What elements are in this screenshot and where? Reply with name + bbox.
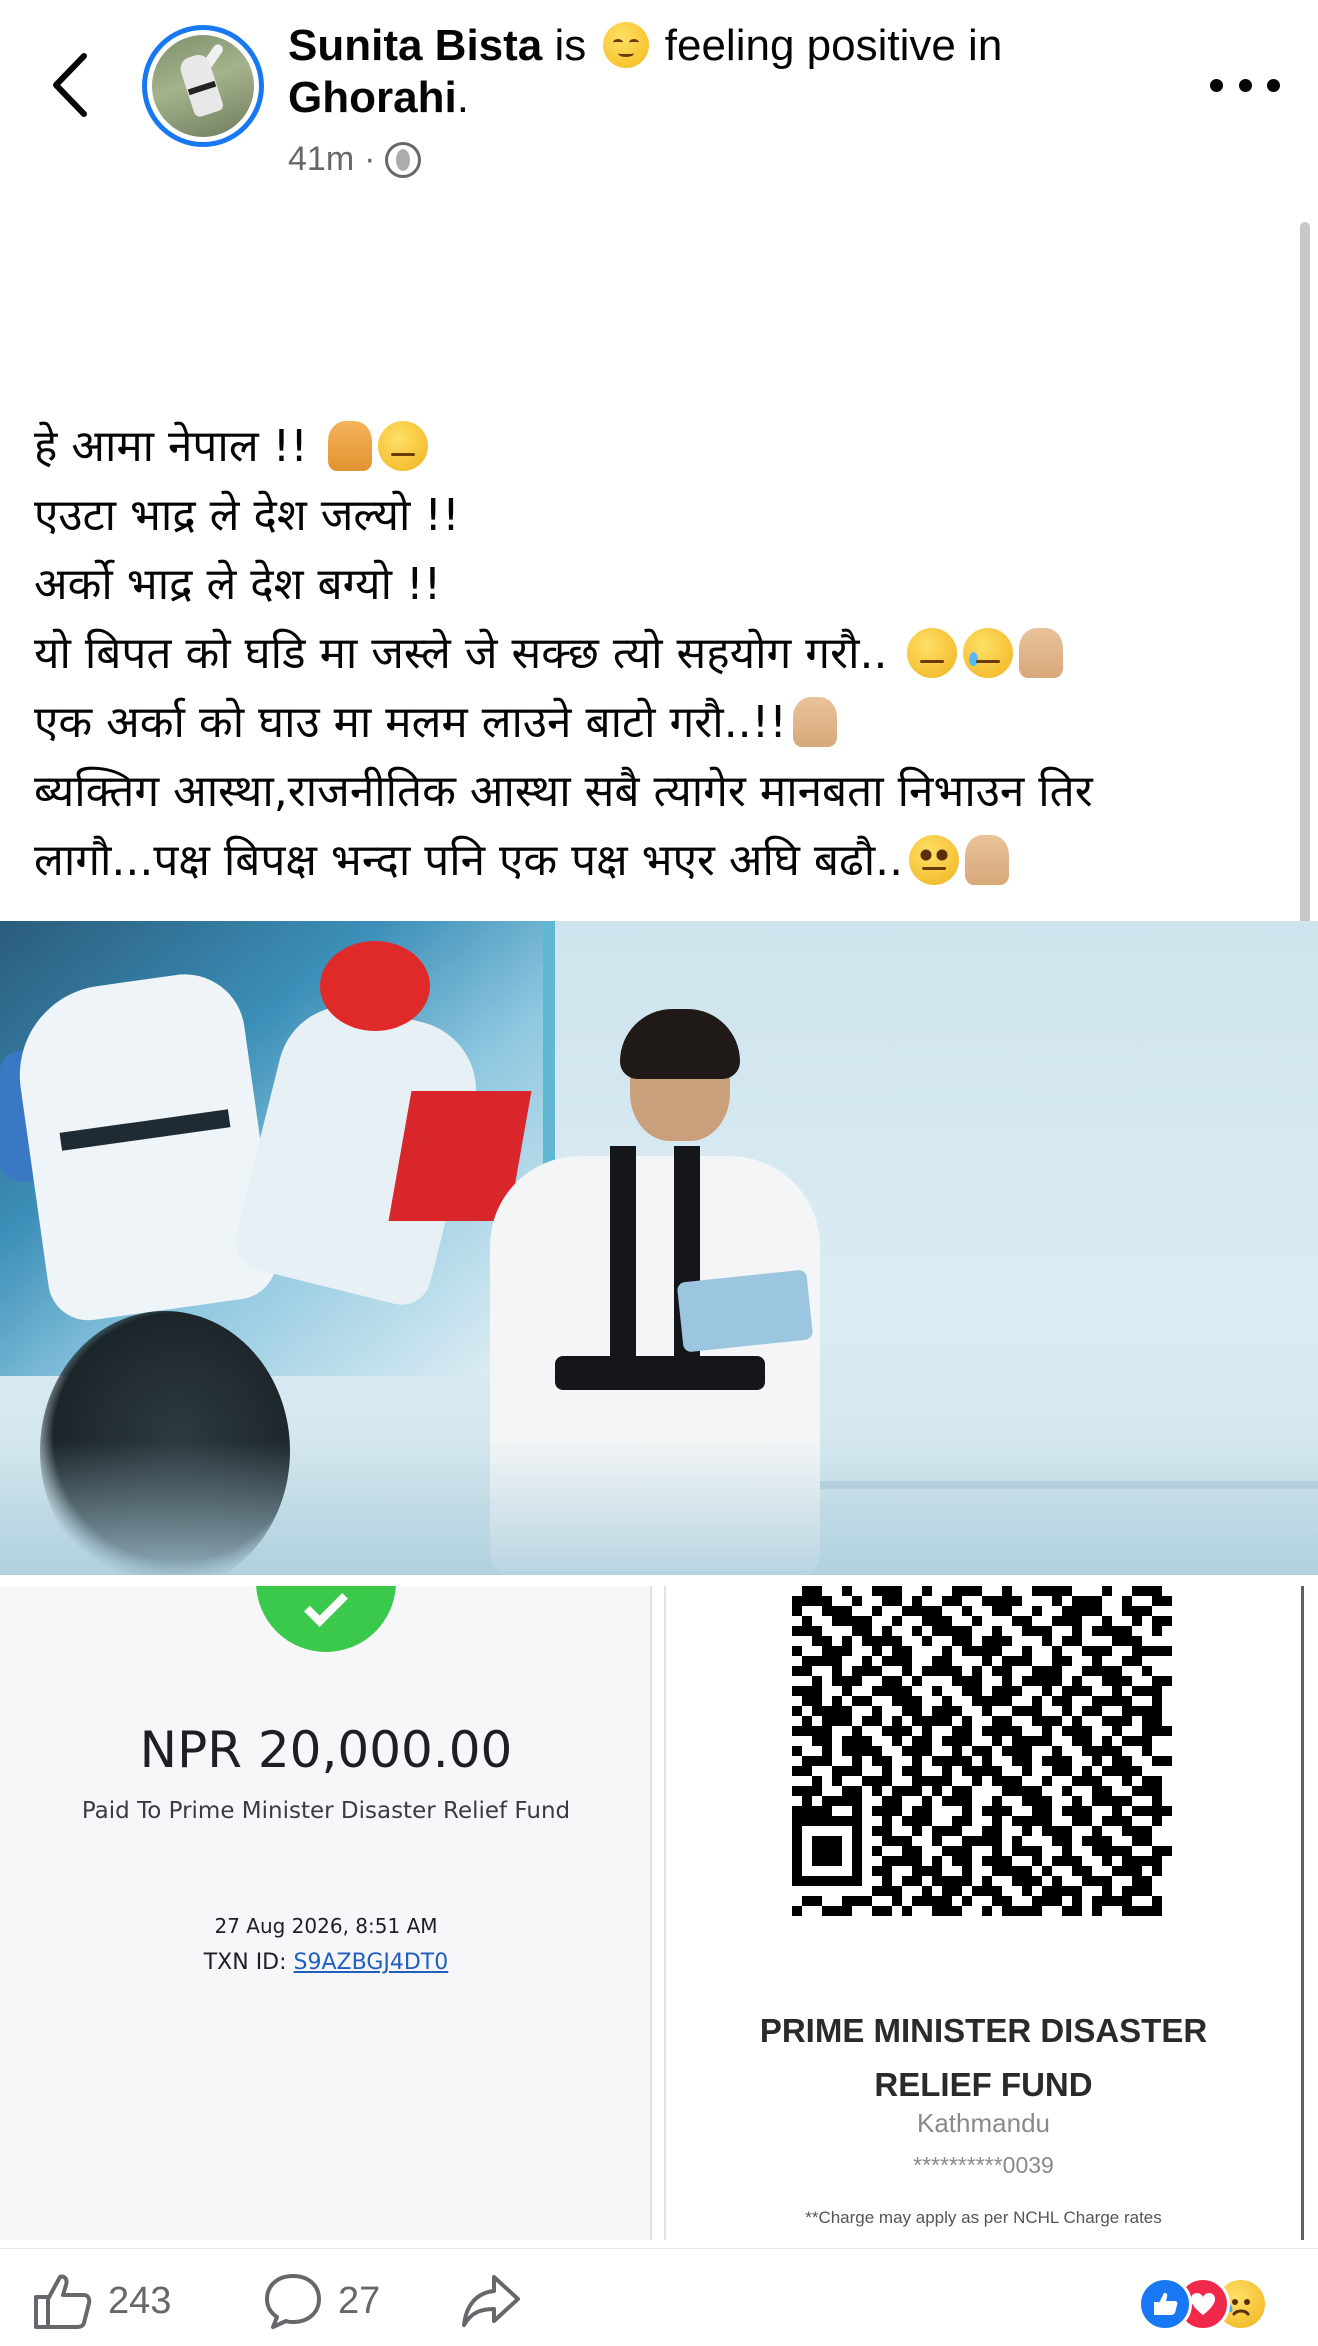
qr-charge-note: **Charge may apply as per NCHL Charge ra… [805, 2208, 1162, 2227]
qr-title-line: PRIME MINISTER DISASTER [759, 2012, 1208, 2049]
post-line: एक अर्का को घाउ मा मलम लाउने बाटो गरौ..!… [34, 688, 1274, 757]
post-photo-main[interactable] [0, 921, 1318, 1575]
transaction-id-row: TXN ID: S9AZBGJ4DT0 [0, 1950, 650, 1975]
crying-face-icon [963, 628, 1014, 678]
more-horizontal-icon [1210, 78, 1223, 92]
share-icon [462, 2275, 520, 2327]
qr-account-number: **********0039 [913, 2152, 1054, 2178]
expressionless-face-icon [907, 628, 958, 678]
txn-label: TXN ID: [203, 1950, 287, 1975]
post-line: यो बिपत को घडि मा जस्ले जे सक्छ त्यो सहय… [34, 619, 1274, 688]
post-photo-qr[interactable]: PRIME MINISTER DISASTER RELIEF FUND Kath… [664, 1586, 1304, 2240]
post-meta: 41m · [288, 140, 422, 179]
txn-id-link[interactable]: S9AZBGJ4DT0 [294, 1950, 449, 1975]
feeling-text: feeling positive in [664, 21, 1003, 70]
relieved-face-icon [602, 22, 649, 68]
place-suffix: . [456, 73, 469, 122]
like-button[interactable]: 243 [32, 2271, 171, 2331]
post-time[interactable]: 41m [288, 140, 354, 179]
folded-hands-icon [327, 421, 372, 471]
comment-count: 27 [338, 2279, 381, 2322]
post-line: ब्यक्तिग आस्था,राजनीतिक आस्था सबै त्यागे… [34, 766, 1093, 817]
taekwondo-poster [0, 921, 555, 1376]
place-name[interactable]: Ghorahi [288, 73, 457, 122]
post-action-bar: 243 27 [0, 2248, 1318, 2346]
payment-date: 27 Aug 2026, 8:51 AM [214, 1914, 438, 1938]
is-text: is [554, 21, 587, 70]
post-photo-receipt[interactable]: NPR 20,000.00 Paid To Prime Minister Dis… [0, 1586, 652, 2240]
comment-button[interactable]: 27 [262, 2271, 380, 2331]
qr-fund-title: PRIME MINISTER DISASTER RELIEF FUND [666, 2004, 1301, 2112]
post-line: हे आमा नेपाल !! [34, 412, 1274, 481]
like-reaction-icon [1138, 2277, 1192, 2331]
sad-sweat-face-icon [377, 421, 428, 471]
more-dot [1238, 78, 1252, 92]
avatar[interactable] [142, 25, 264, 147]
more-dot [1267, 78, 1280, 92]
chevron-left-icon [53, 53, 87, 117]
pleading-face-icon [909, 835, 960, 885]
post-line: अर्को भाद्र ले देश बग्यो !! [34, 559, 442, 610]
folded-hands-icon [965, 835, 1010, 885]
post-line: एउटा भाद्र ले देश जल्यो !! [34, 490, 460, 541]
post-body: हे आमा नेपाल !! एउटा भाद्र ले देश जल्यो … [34, 412, 1274, 895]
post-header: Sunita Bista is feeling positive in Ghor… [0, 0, 1318, 200]
avatar-photo [152, 35, 254, 137]
author-name[interactable]: Sunita Bista [288, 21, 542, 70]
more-options-button[interactable] [1210, 60, 1280, 110]
post-title-line: Sunita Bista is feeling positive in Ghor… [288, 20, 1188, 124]
qr-code [792, 1586, 1172, 1926]
qr-city: Kathmandu [917, 2108, 1050, 2138]
back-button[interactable] [40, 50, 100, 120]
qr-title-line: RELIEF FUND [874, 2066, 1093, 2103]
folded-hands-icon [1019, 628, 1064, 678]
thumbs-up-icon [34, 2274, 92, 2329]
meta-separator: · [364, 140, 376, 178]
like-count: 243 [108, 2279, 172, 2322]
globe-icon [385, 141, 422, 178]
share-button[interactable] [460, 2271, 522, 2331]
reaction-summary[interactable] [1138, 2277, 1288, 2333]
payment-amount: NPR 20,000.00 [139, 1721, 513, 1779]
folded-hands-icon [792, 697, 837, 747]
payment-recipient: Paid To Prime Minister Disaster Relief F… [81, 1798, 571, 1824]
comment-icon [265, 2274, 321, 2329]
post-line: लागौ...पक्ष बिपक्ष भन्दा पनि एक पक्ष भएर… [34, 826, 1274, 895]
